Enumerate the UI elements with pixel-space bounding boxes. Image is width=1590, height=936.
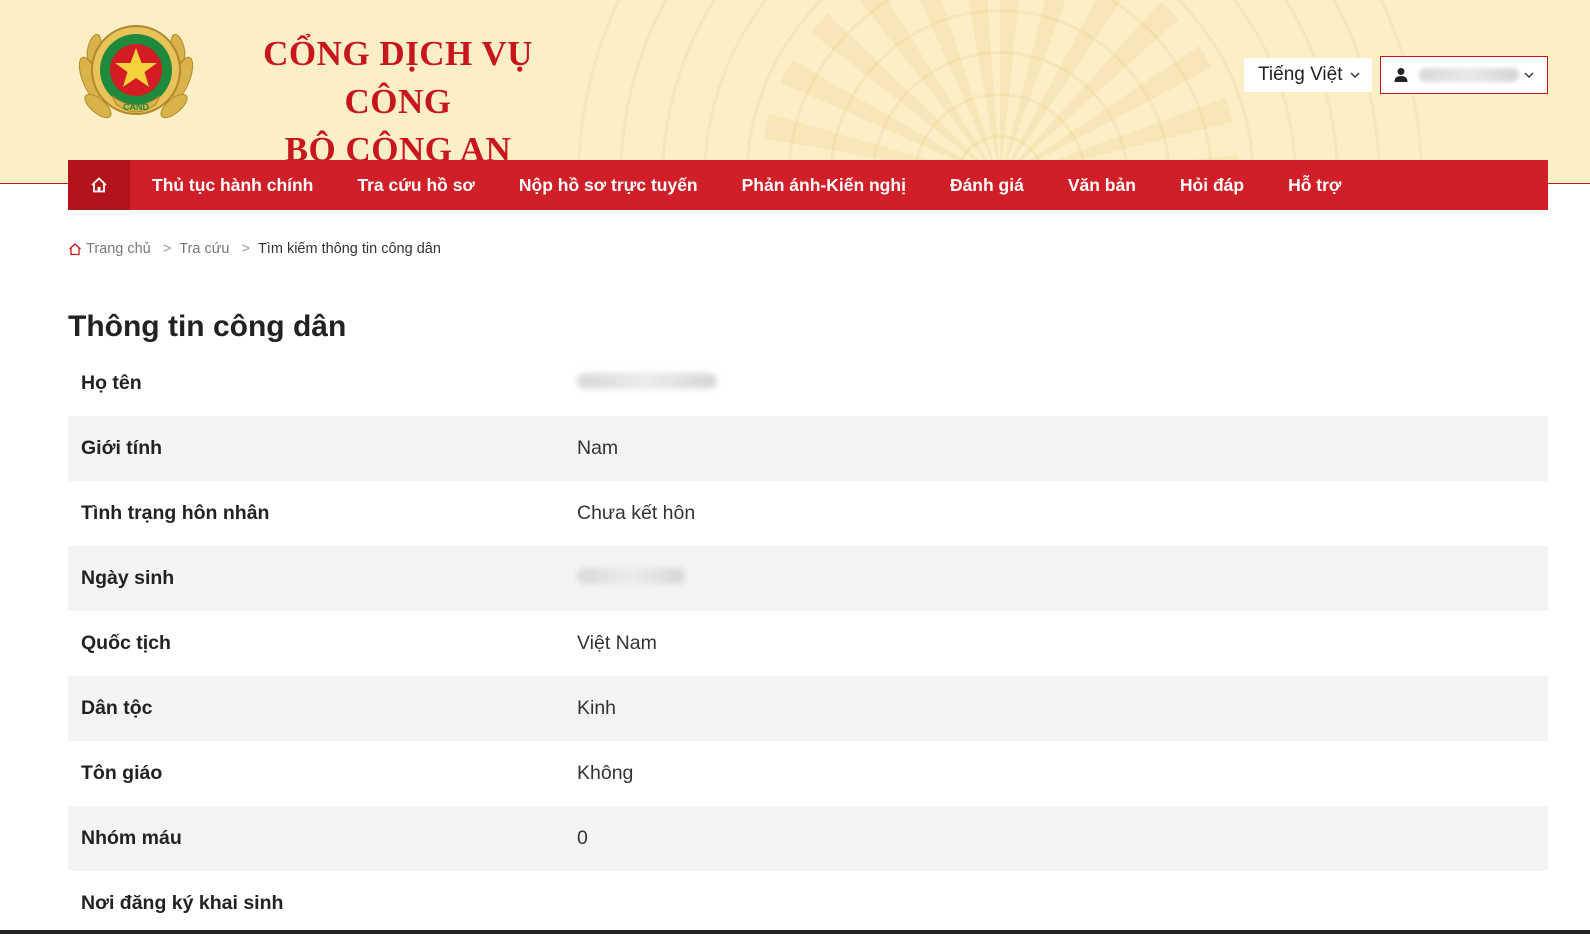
table-row: Ngày sinh bbox=[68, 546, 1548, 611]
row-value: Kinh bbox=[577, 697, 617, 719]
main-nav: Thủ tục hành chính Tra cứu hồ sơ Nộp hồ … bbox=[68, 160, 1548, 210]
language-label: Tiếng Việt bbox=[1258, 64, 1343, 85]
table-row: Tình trạng hôn nhân Chưa kết hôn bbox=[68, 481, 1548, 546]
row-label: Giới tính bbox=[81, 437, 163, 459]
nav-home-button[interactable] bbox=[68, 160, 130, 210]
nav-item-phan-anh[interactable]: Phản ánh-Kiến nghị bbox=[742, 175, 906, 196]
nav-item-nop-ho-so[interactable]: Nộp hồ sơ trực tuyến bbox=[519, 175, 698, 196]
page-title: Thông tin công dân bbox=[68, 310, 347, 343]
svg-text:CAND: CAND bbox=[123, 102, 149, 112]
table-row: Quốc tịch Việt Nam bbox=[68, 611, 1548, 676]
language-selector[interactable]: Tiếng Việt bbox=[1244, 58, 1372, 92]
row-label: Tôn giáo bbox=[81, 762, 163, 784]
chevron-down-icon bbox=[1350, 72, 1359, 78]
window-bottom-edge bbox=[0, 930, 1590, 934]
breadcrumb-separator: > bbox=[241, 241, 250, 257]
nav-item-thu-tuc[interactable]: Thủ tục hành chính bbox=[152, 175, 313, 196]
row-label: Tình trạng hôn nhân bbox=[81, 502, 270, 524]
breadcrumb-tra-cuu[interactable]: Tra cứu bbox=[179, 241, 229, 257]
redacted-full-name bbox=[577, 373, 717, 389]
breadcrumb-current: Tìm kiếm thông tin công dân bbox=[257, 241, 441, 257]
drum-star-pattern bbox=[760, 0, 1240, 184]
table-row: Giới tính Nam bbox=[68, 416, 1548, 481]
home-icon bbox=[69, 243, 81, 256]
redacted-birth-date bbox=[577, 568, 685, 584]
row-label: Ngày sinh bbox=[81, 567, 175, 589]
nav-item-tra-cuu[interactable]: Tra cứu hồ sơ bbox=[357, 175, 475, 196]
row-value: 0 bbox=[577, 827, 588, 849]
nav-item-danh-gia[interactable]: Đánh giá bbox=[950, 175, 1024, 196]
table-row: Dân tộc Kinh bbox=[68, 676, 1548, 741]
table-row: Họ tên bbox=[68, 351, 1548, 416]
row-value-redacted bbox=[577, 372, 717, 395]
nav-item-hoi-dap[interactable]: Hỏi đáp bbox=[1180, 175, 1244, 196]
table-row: Nơi đăng ký khai sinh bbox=[68, 871, 1548, 936]
breadcrumb: Trang chủ > Tra cứu > Tìm kiếm thông tin… bbox=[68, 241, 441, 257]
user-menu[interactable] bbox=[1380, 56, 1548, 94]
breadcrumb-separator: > bbox=[162, 241, 172, 257]
row-value: Việt Nam bbox=[577, 632, 657, 654]
site-title-line1: CỔNG DỊCH VỤ CÔNG bbox=[263, 34, 533, 121]
site-header: CAND CỔNG DỊCH VỤ CÔNG BỘ CÔNG AN Tiếng … bbox=[0, 0, 1590, 184]
home-icon bbox=[91, 177, 107, 193]
row-label: Dân tộc bbox=[81, 697, 153, 719]
row-value: Chưa kết hôn bbox=[577, 502, 696, 524]
chevron-down-icon bbox=[1524, 72, 1534, 78]
row-value: Không bbox=[577, 762, 634, 784]
police-emblem-logo[interactable]: CAND bbox=[68, 18, 204, 130]
citizen-info-table: Họ tên Giới tính Nam Tình trạng hôn nhân… bbox=[68, 351, 1548, 936]
row-label: Nhóm máu bbox=[81, 827, 182, 849]
nav-item-ho-tro[interactable]: Hỗ trợ bbox=[1288, 175, 1341, 196]
row-label: Quốc tịch bbox=[81, 632, 171, 654]
table-row: Nhóm máu 0 bbox=[68, 806, 1548, 871]
nav-item-van-ban[interactable]: Văn bản bbox=[1068, 175, 1136, 196]
row-label: Họ tên bbox=[81, 372, 142, 394]
user-icon bbox=[1394, 68, 1408, 82]
site-title[interactable]: CỔNG DỊCH VỤ CÔNG BỘ CÔNG AN bbox=[228, 30, 568, 174]
table-row: Tôn giáo Không bbox=[68, 741, 1548, 806]
row-label: Nơi đăng ký khai sinh bbox=[81, 892, 284, 914]
user-name-redacted bbox=[1419, 68, 1519, 82]
row-value: Nam bbox=[577, 437, 619, 459]
breadcrumb-home[interactable]: Trang chủ bbox=[86, 241, 151, 257]
row-value-redacted bbox=[577, 567, 685, 590]
